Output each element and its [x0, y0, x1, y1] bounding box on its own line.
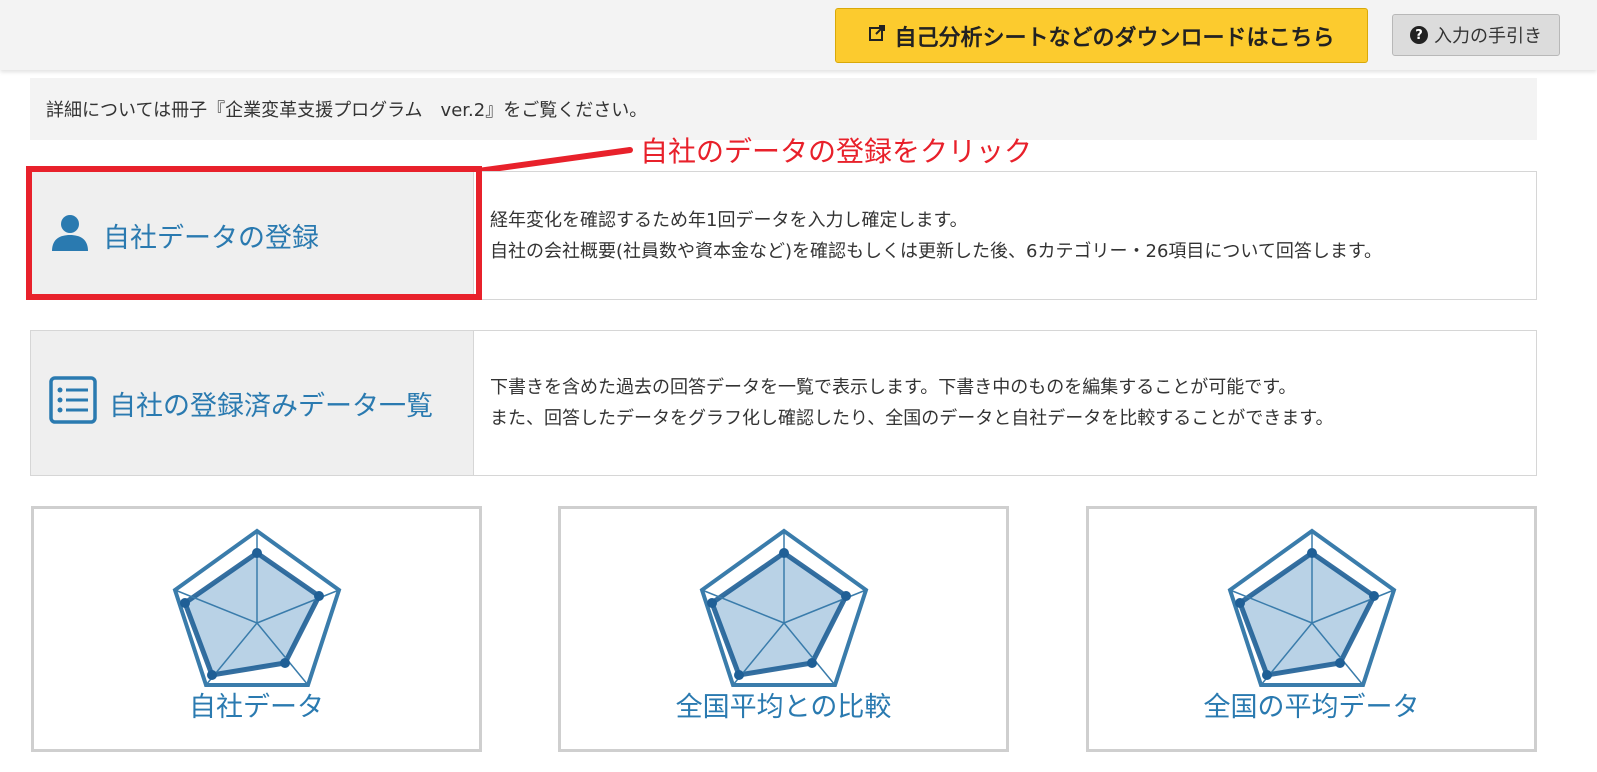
- input-guide-label: 入力の手引き: [1434, 26, 1542, 47]
- register-data-description: 経年変化を確認するため年1回データを入力し確定します。 自社の会社概要(社員数や…: [474, 172, 1536, 299]
- radar-chart-icon: [699, 528, 868, 687]
- registered-data-list-card: 自社の登録済みデータ一覧 下書きを含めた過去の回答データを一覧で表示します。下書…: [30, 330, 1537, 476]
- registered-data-list-title: 自社の登録済みデータ一覧: [109, 390, 433, 422]
- list-icon: [49, 375, 97, 431]
- radar-chart-icon: [172, 528, 341, 687]
- top-bar: 自己分析シートなどのダウンロードはこちら ? 入力の手引き: [0, 0, 1597, 70]
- highlight-box: [26, 166, 482, 300]
- national-average-data-label: 全国の平均データ: [1203, 692, 1420, 723]
- question-icon: ?: [1410, 26, 1428, 44]
- registered-data-list-description: 下書きを含めた過去の回答データを一覧で表示します。下書き中のものを編集することが…: [474, 331, 1536, 475]
- national-average-data-tile[interactable]: 全国の平均データ: [1086, 506, 1537, 752]
- own-data-tile[interactable]: 自社データ: [31, 506, 482, 752]
- description-line: 下書きを含めた過去の回答データを一覧で表示します。下書き中のものを編集することが…: [490, 377, 1297, 398]
- download-button-label: 自己分析シートなどのダウンロードはこちら: [894, 25, 1335, 51]
- national-average-comparison-label: 全国平均との比較: [675, 692, 892, 723]
- external-link-icon: [868, 23, 886, 48]
- callout-text: 自社のデータの登録をクリック: [640, 135, 1033, 168]
- national-average-comparison-tile[interactable]: 全国平均との比較: [558, 506, 1009, 752]
- radar-chart-icon: [1227, 528, 1396, 687]
- description-line: 自社の会社概要(社員数や資本金など)を確認もしくは更新した後、6カテゴリー・26…: [490, 240, 1383, 262]
- download-button[interactable]: 自己分析シートなどのダウンロードはこちら: [835, 8, 1368, 63]
- own-data-label: 自社データ: [189, 692, 324, 723]
- description-line: また、回答したデータをグラフ化し確認したり、全国のデータと自社データを比較するこ…: [490, 408, 1334, 429]
- description-line: 経年変化を確認するため年1回データを入力し確定します。: [490, 209, 968, 231]
- input-guide-button[interactable]: ? 入力の手引き: [1392, 14, 1560, 56]
- registered-data-list-link[interactable]: 自社の登録済みデータ一覧: [31, 331, 474, 475]
- notice-text: 詳細については冊子『企業変革支援プログラム ver.2』をご覧ください。: [46, 100, 648, 121]
